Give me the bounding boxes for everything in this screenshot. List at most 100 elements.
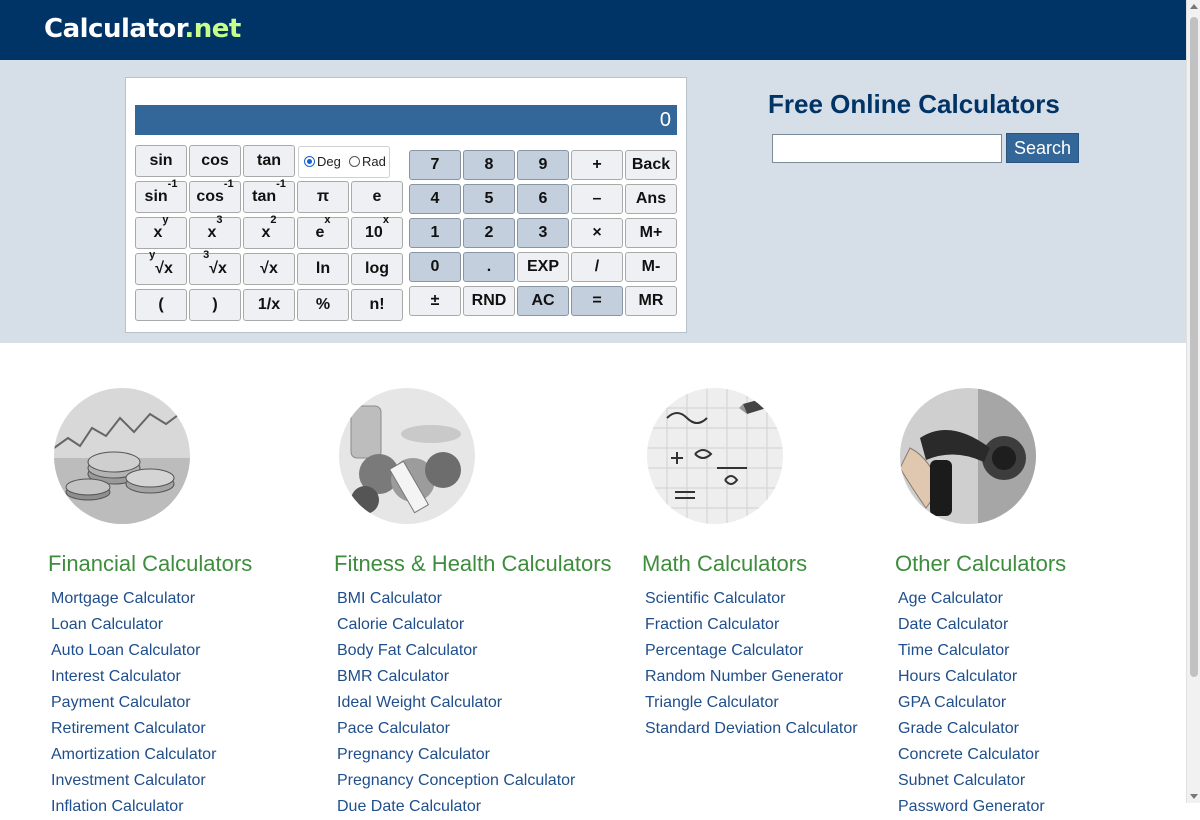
math-formula-pen-image[interactable] — [647, 388, 783, 524]
ln-button[interactable]: ln — [297, 253, 349, 285]
percent-button[interactable]: % — [297, 289, 349, 321]
deg-radio[interactable] — [304, 156, 315, 167]
plus-button[interactable]: + — [571, 150, 623, 180]
list-item-link[interactable]: Pregnancy Conception Calculator — [337, 768, 575, 794]
memory-minus-button[interactable]: M- — [625, 252, 677, 282]
y-root-button[interactable]: y√x — [135, 250, 187, 285]
digit-3-button[interactable]: 3 — [517, 218, 569, 248]
arctan-button[interactable]: tan-1 — [243, 179, 295, 213]
list-item-link[interactable]: Age Calculator — [898, 586, 1045, 612]
pi-button[interactable]: π — [297, 181, 349, 213]
list-item-link[interactable]: Ideal Weight Calculator — [337, 690, 575, 716]
digit-4-button[interactable]: 4 — [409, 184, 461, 214]
fuel-pump-image[interactable] — [900, 388, 1036, 524]
list-item-link[interactable]: Investment Calculator — [51, 768, 216, 794]
digit-1-button[interactable]: 1 — [409, 218, 461, 248]
list-item-link[interactable]: Grade Calculator — [898, 716, 1045, 742]
list-item-link[interactable]: Triangle Calculator — [645, 690, 858, 716]
equals-button[interactable]: = — [571, 286, 623, 316]
memory-recall-button[interactable]: MR — [625, 286, 677, 316]
list-item-link[interactable]: BMI Calculator — [337, 586, 575, 612]
digit-7-button[interactable]: 7 — [409, 150, 461, 180]
search-button[interactable]: Search — [1006, 133, 1079, 163]
tan-button[interactable]: tan — [243, 145, 295, 177]
x-squared-button[interactable]: x2 — [243, 215, 295, 249]
ans-button[interactable]: Ans — [625, 184, 677, 214]
left-paren-button[interactable]: ( — [135, 289, 187, 321]
list-item-link[interactable]: BMR Calculator — [337, 664, 575, 690]
digit-8-button[interactable]: 8 — [463, 150, 515, 180]
rad-option[interactable]: Rad — [349, 147, 386, 177]
list-item-link[interactable]: Body Fat Calculator — [337, 638, 575, 664]
arcsin-button[interactable]: sin-1 — [135, 179, 187, 213]
list-item-link[interactable]: Auto Loan Calculator — [51, 638, 216, 664]
list-item-link[interactable]: Percentage Calculator — [645, 638, 858, 664]
plus-minus-button[interactable]: ± — [409, 286, 461, 316]
digit-0-button[interactable]: 0 — [409, 252, 461, 282]
scrollbar-thumb[interactable] — [1190, 17, 1198, 677]
list-item-link[interactable]: Pace Calculator — [337, 716, 575, 742]
list-item-link[interactable]: Random Number Generator — [645, 664, 858, 690]
list-item-link[interactable]: Concrete Calculator — [898, 742, 1045, 768]
minus-button[interactable]: – — [571, 184, 623, 214]
search-input[interactable] — [772, 134, 1002, 163]
coins-chart-image[interactable] — [54, 388, 190, 524]
category-title-financial[interactable]: Financial Calculators — [48, 549, 252, 579]
deg-option[interactable]: Deg — [304, 147, 341, 177]
list-item-link[interactable]: Subnet Calculator — [898, 768, 1045, 794]
vertical-scrollbar[interactable] — [1186, 0, 1200, 803]
list-item-link[interactable]: Hours Calculator — [898, 664, 1045, 690]
log-button[interactable]: log — [351, 253, 403, 285]
random-button[interactable]: RND — [463, 286, 515, 316]
list-item-link[interactable]: Interest Calculator — [51, 664, 216, 690]
ten-power-x-button[interactable]: 10x — [351, 215, 403, 249]
x-power-y-button[interactable]: xy — [135, 215, 187, 249]
site-logo[interactable]: Calculator.net — [44, 11, 241, 47]
list-item-link[interactable]: Pregnancy Calculator — [337, 742, 575, 768]
x-cubed-button[interactable]: x3 — [189, 215, 241, 249]
decimal-point-button[interactable]: . — [463, 252, 515, 282]
e-button[interactable]: e — [351, 181, 403, 213]
category-title-math[interactable]: Math Calculators — [642, 549, 807, 579]
list-item-link[interactable]: Loan Calculator — [51, 612, 216, 638]
scroll-down-arrow-icon[interactable] — [1190, 794, 1198, 799]
multiply-button[interactable]: × — [571, 218, 623, 248]
digit-6-button[interactable]: 6 — [517, 184, 569, 214]
square-root-button[interactable]: √x — [243, 253, 295, 285]
digit-9-button[interactable]: 9 — [517, 150, 569, 180]
list-item-link[interactable]: Calorie Calculator — [337, 612, 575, 638]
list-item-link[interactable]: Due Date Calculator — [337, 794, 575, 820]
divide-button[interactable]: / — [571, 252, 623, 282]
list-item-link[interactable]: Amortization Calculator — [51, 742, 216, 768]
all-clear-button[interactable]: AC — [517, 286, 569, 316]
list-item-link[interactable]: Payment Calculator — [51, 690, 216, 716]
rad-radio[interactable] — [349, 156, 360, 167]
list-item-link[interactable]: Time Calculator — [898, 638, 1045, 664]
factorial-button[interactable]: n! — [351, 289, 403, 321]
list-item-link[interactable]: Scientific Calculator — [645, 586, 858, 612]
scroll-up-arrow-icon[interactable] — [1190, 4, 1198, 9]
cos-button[interactable]: cos — [189, 145, 241, 177]
list-item-link[interactable]: Date Calculator — [898, 612, 1045, 638]
list-item-link[interactable]: Inflation Calculator — [51, 794, 216, 820]
category-title-fitness[interactable]: Fitness & Health Calculators — [334, 549, 612, 579]
list-item-link[interactable]: Retirement Calculator — [51, 716, 216, 742]
sin-button[interactable]: sin — [135, 145, 187, 177]
fruit-measuring-tape-image[interactable] — [339, 388, 475, 524]
list-item-link[interactable]: Mortgage Calculator — [51, 586, 216, 612]
right-paren-button[interactable]: ) — [189, 289, 241, 321]
arccos-button[interactable]: cos-1 — [189, 179, 241, 213]
e-power-x-button[interactable]: ex — [297, 215, 349, 249]
reciprocal-button[interactable]: 1/x — [243, 289, 295, 321]
memory-plus-button[interactable]: M+ — [625, 218, 677, 248]
category-title-other[interactable]: Other Calculators — [895, 549, 1066, 579]
digit-2-button[interactable]: 2 — [463, 218, 515, 248]
digit-5-button[interactable]: 5 — [463, 184, 515, 214]
list-item-link[interactable]: Fraction Calculator — [645, 612, 858, 638]
list-item-link[interactable]: Standard Deviation Calculator — [645, 716, 858, 742]
list-item-link[interactable]: Password Generator — [898, 794, 1045, 820]
exp-button[interactable]: EXP — [517, 252, 569, 282]
cube-root-button[interactable]: 3√x — [189, 250, 241, 285]
back-button[interactable]: Back — [625, 150, 677, 180]
list-item-link[interactable]: GPA Calculator — [898, 690, 1045, 716]
